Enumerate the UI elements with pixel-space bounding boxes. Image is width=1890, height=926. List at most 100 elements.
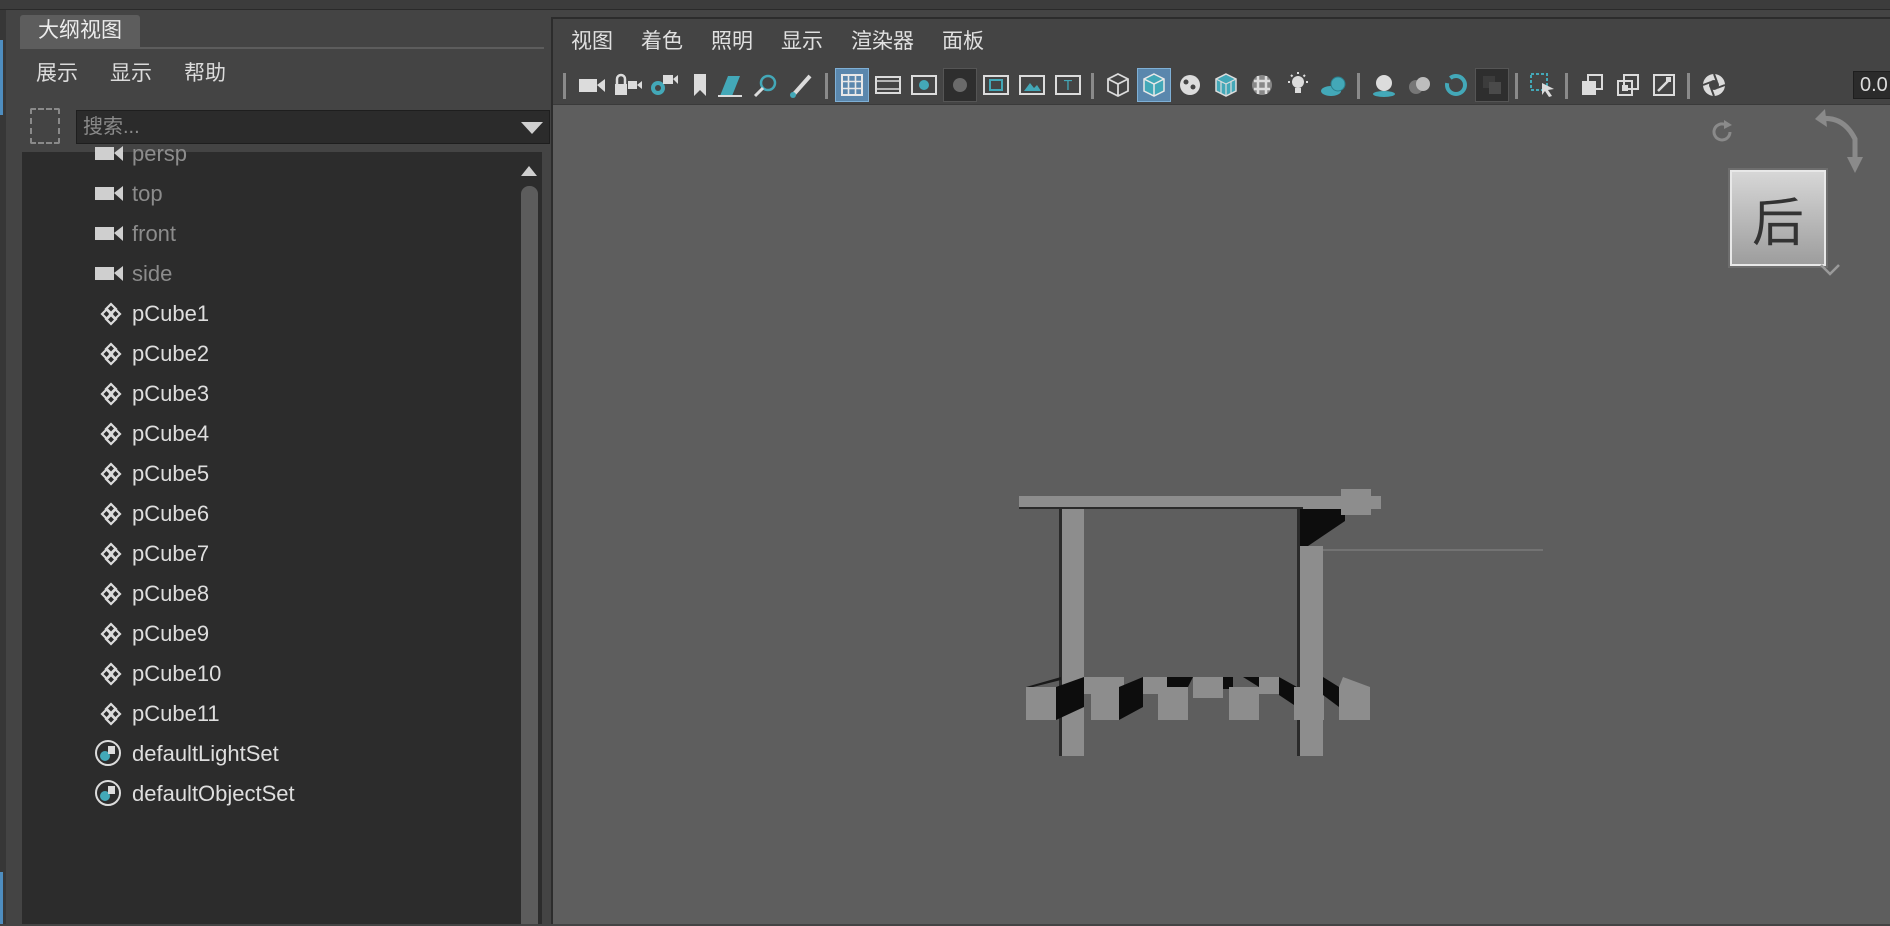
scene-mesh: [1019, 489, 1543, 756]
mesh-transform-icon: [94, 502, 128, 526]
left-edge-bar: [0, 10, 6, 924]
outliner-item-pCube5[interactable]: pCube5: [22, 454, 514, 494]
toolbar-separator: [825, 73, 828, 99]
outliner-item-label: pCube11: [132, 701, 220, 726]
film-gate-icon[interactable]: [871, 68, 905, 102]
outliner-item-defaultLightSet[interactable]: defaultLightSet: [22, 734, 514, 774]
menu-show[interactable]: 展示: [20, 56, 94, 92]
menu-view[interactable]: 视图: [559, 19, 625, 65]
mesh-transform-icon: [94, 462, 128, 486]
mesh-transform-icon: [94, 582, 128, 606]
object-set-icon: [94, 779, 128, 806]
textured-icon[interactable]: [1245, 68, 1279, 102]
xray-active-components-icon[interactable]: [1647, 68, 1681, 102]
outliner-item-label: pCube10: [132, 661, 222, 686]
smooth-shade-icon[interactable]: [1137, 68, 1171, 102]
menu-help[interactable]: 帮助: [168, 56, 242, 92]
resolution-gate-icon[interactable]: [907, 68, 941, 102]
camera-attributes-icon[interactable]: [647, 68, 681, 102]
outliner-item-pCube3[interactable]: pCube3: [22, 374, 514, 414]
outliner-item-pCube10[interactable]: pCube10: [22, 654, 514, 694]
viewport-menubar: 视图 着色 照明 显示 渲染器 面板: [553, 19, 1890, 65]
outliner-item-pCube6[interactable]: pCube6: [22, 494, 514, 534]
exposure-field[interactable]: 0.0: [1853, 71, 1890, 99]
outliner-item-front[interactable]: front: [22, 214, 514, 254]
outliner-item-pCube2[interactable]: pCube2: [22, 334, 514, 374]
2d-pan-zoom-icon[interactable]: [749, 68, 783, 102]
mesh-transform-icon: [94, 662, 128, 686]
outliner-item-pCube9[interactable]: pCube9: [22, 614, 514, 654]
outliner-item-label: pCube8: [132, 581, 210, 606]
isolate-select-icon[interactable]: [1525, 68, 1559, 102]
outliner-item-label: pCube1: [132, 301, 210, 326]
default-material-icon[interactable]: [1173, 68, 1207, 102]
xray-joints-icon[interactable]: [1611, 68, 1645, 102]
camera-icon: [94, 262, 128, 286]
use-all-lights-icon[interactable]: [1281, 68, 1315, 102]
outliner-item-persp[interactable]: persp: [22, 134, 514, 174]
menu-renderer[interactable]: 渲染器: [839, 19, 926, 65]
mesh-transform-icon: [94, 422, 128, 446]
outliner-item-label: defaultObjectSet: [132, 781, 295, 806]
outliner-item-label: pCube4: [132, 421, 210, 446]
xray-icon[interactable]: [1575, 68, 1609, 102]
safe-action-icon[interactable]: [1015, 68, 1049, 102]
grease-pencil-icon[interactable]: [785, 68, 819, 102]
menu-shading[interactable]: 着色: [629, 19, 695, 65]
tab-underline: [20, 47, 544, 49]
depth-of-field-icon[interactable]: [1475, 68, 1509, 102]
outliner-list: persp top front side pCube1 pCube2 pCube3 pCube…: [22, 141, 514, 924]
outliner-item-label: top: [132, 181, 163, 206]
outliner-item-pCube7[interactable]: pCube7: [22, 534, 514, 574]
wireframe-icon[interactable]: [1101, 68, 1135, 102]
outliner-item-top[interactable]: top: [22, 174, 514, 214]
3d-scene[interactable]: [553, 105, 1890, 926]
chevron-down-icon[interactable]: [521, 122, 543, 134]
wireframe-on-shaded-icon[interactable]: [1209, 68, 1243, 102]
outliner-item-pCube8[interactable]: pCube8: [22, 574, 514, 614]
outliner-scrollbar[interactable]: [514, 152, 542, 924]
camera-aperture-icon[interactable]: [1697, 68, 1731, 102]
outliner-item-pCube1[interactable]: pCube1: [22, 294, 514, 334]
dock-indicator: [0, 40, 3, 115]
mesh-transform-icon: [94, 302, 128, 326]
toolbar-separator: [1357, 73, 1360, 99]
outliner-item-label: front: [132, 221, 177, 246]
menu-display[interactable]: 显示: [94, 56, 168, 92]
outliner-item-pCube4[interactable]: pCube4: [22, 414, 514, 454]
gate-mask-icon[interactable]: [943, 68, 977, 102]
shadows-icon[interactable]: [1317, 68, 1351, 102]
toolbar-separator: [1565, 73, 1568, 99]
mesh-transform-icon: [94, 622, 128, 646]
toolbar-separator: [1091, 73, 1094, 99]
svg-text:T: T: [1063, 79, 1072, 94]
image-plane-icon[interactable]: [713, 68, 747, 102]
scroll-up-arrow-icon[interactable]: [521, 166, 537, 176]
outliner-item-label: pCube3: [132, 381, 210, 406]
toolbar-separator: [1515, 73, 1518, 99]
top-strip: [0, 0, 1890, 10]
menu-lighting[interactable]: 照明: [699, 19, 765, 65]
grid-icon[interactable]: [835, 68, 869, 102]
mesh-transform-icon: [94, 342, 128, 366]
bookmark-icon[interactable]: [683, 68, 717, 102]
scroll-thumb[interactable]: [521, 186, 538, 924]
outliner-item-pCube11[interactable]: pCube11: [22, 694, 514, 734]
menu-show[interactable]: 显示: [769, 19, 835, 65]
safe-title-icon[interactable]: T: [1051, 68, 1085, 102]
select-camera-icon[interactable]: [575, 68, 609, 102]
menu-panels[interactable]: 面板: [930, 19, 996, 65]
field-chart-icon[interactable]: [979, 68, 1013, 102]
motion-blur-icon[interactable]: [1403, 68, 1437, 102]
lock-camera-icon[interactable]: [611, 68, 645, 102]
screen-space-ao-icon[interactable]: [1367, 68, 1401, 102]
toolbar-separator: [563, 73, 566, 99]
outliner-tab[interactable]: 大纲视图: [20, 15, 140, 47]
outliner-panel: 大纲视图 展示 显示 帮助 persp top front side pCube1 pCu…: [20, 12, 550, 924]
anti-aliasing-icon[interactable]: [1439, 68, 1473, 102]
outliner-item-side[interactable]: side: [22, 254, 514, 294]
mesh-transform-icon: [94, 382, 128, 406]
outliner-item-label: pCube5: [132, 461, 210, 486]
outliner-item-label: defaultLightSet: [132, 741, 279, 766]
outliner-item-defaultObjectSet[interactable]: defaultObjectSet: [22, 774, 514, 814]
